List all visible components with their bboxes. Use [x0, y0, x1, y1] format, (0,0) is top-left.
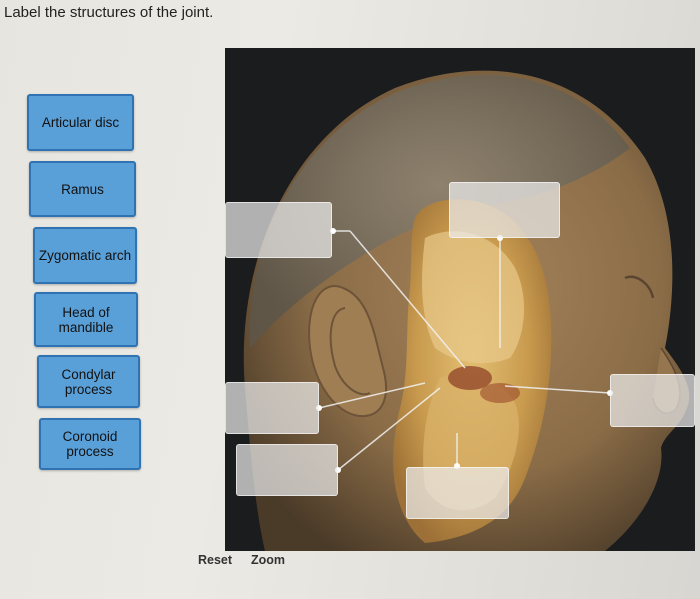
- label-text: Zygomatic arch: [38, 248, 132, 263]
- label-zygomatic-arch[interactable]: Zygomatic arch: [33, 227, 137, 284]
- label-text: Condylar process: [61, 366, 116, 397]
- instruction-text: Label the structures of the joint.: [4, 4, 214, 21]
- reset-button[interactable]: Reset: [198, 553, 232, 567]
- label-text: Ramus: [61, 181, 104, 197]
- label-text: Coronoid process: [62, 429, 118, 459]
- drop-zone-3[interactable]: [610, 374, 695, 427]
- label-head-of-mandible[interactable]: Head of mandible: [34, 292, 138, 347]
- label-articular-disc[interactable]: Articular disc: [27, 94, 134, 151]
- label-text: Head of mandible: [58, 304, 114, 335]
- drop-zone-6[interactable]: [406, 467, 509, 519]
- drop-zone-2[interactable]: [449, 182, 560, 238]
- drop-zone-5[interactable]: [236, 444, 338, 496]
- label-ramus[interactable]: Ramus: [29, 161, 136, 217]
- drop-zone-1[interactable]: [225, 202, 332, 258]
- zoom-button[interactable]: Zoom: [251, 553, 285, 567]
- label-coronoid-process[interactable]: Coronoid process: [39, 418, 141, 470]
- drop-zone-4[interactable]: [225, 382, 319, 434]
- anatomy-image-panel: [225, 48, 695, 551]
- label-text: Articular disc: [41, 115, 120, 130]
- label-condylar-process[interactable]: Condylar process: [37, 355, 140, 408]
